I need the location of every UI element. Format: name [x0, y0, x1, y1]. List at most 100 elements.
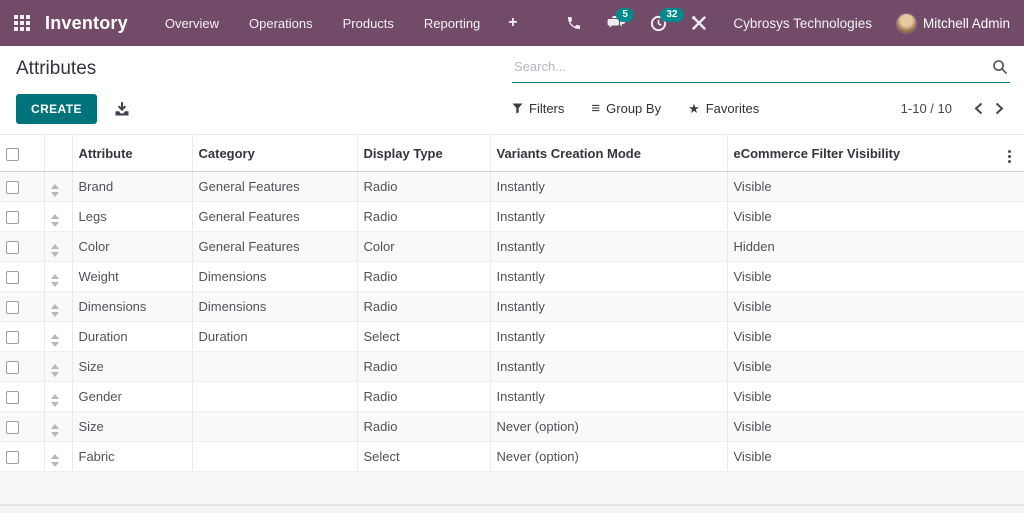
table-row[interactable]: Duration Duration Select Instantly Visib… — [0, 321, 1024, 352]
cell-category[interactable] — [192, 441, 358, 472]
cell-display-type[interactable]: Select — [357, 321, 491, 352]
cell-variants-creation-mode[interactable]: Instantly — [490, 201, 728, 232]
cell-category[interactable] — [192, 351, 358, 382]
cell-display-type[interactable]: Radio — [357, 351, 491, 382]
pager-previous-button[interactable] — [968, 100, 989, 117]
cell-category[interactable]: General Features — [192, 201, 358, 232]
cell-display-type[interactable]: Radio — [357, 411, 491, 442]
cell-attribute[interactable]: Size — [72, 351, 193, 382]
cell-display-type[interactable]: Select — [357, 441, 491, 472]
nav-item-reporting[interactable]: Reporting — [409, 0, 495, 46]
cell-category[interactable]: Dimensions — [192, 261, 358, 292]
cell-ecommerce-filter-visibility[interactable]: Visible — [727, 171, 1000, 202]
app-name[interactable]: Inventory — [45, 13, 128, 34]
cell-attribute[interactable]: Gender — [72, 381, 193, 412]
cell-display-type[interactable]: Radio — [357, 291, 491, 322]
cell-variants-creation-mode[interactable]: Never (option) — [490, 411, 728, 442]
cell-ecommerce-filter-visibility[interactable]: Visible — [727, 321, 1000, 352]
cell-variants-creation-mode[interactable]: Instantly — [490, 381, 728, 412]
row-checkbox[interactable] — [6, 331, 19, 345]
search-icon[interactable] — [992, 59, 1008, 80]
drag-handle-icon[interactable] — [50, 213, 59, 227]
export-button[interactable] — [114, 101, 130, 117]
optional-columns-icon[interactable] — [1006, 148, 1013, 165]
cell-variants-creation-mode[interactable]: Instantly — [490, 231, 728, 262]
row-checkbox[interactable] — [6, 271, 19, 285]
column-header-attribute[interactable]: Attribute — [72, 134, 193, 172]
drag-handle-icon[interactable] — [50, 183, 59, 197]
cell-display-type[interactable]: Color — [357, 231, 491, 262]
cell-category[interactable]: General Features — [192, 231, 358, 262]
cell-ecommerce-filter-visibility[interactable]: Visible — [727, 201, 1000, 232]
cell-attribute[interactable]: Brand — [72, 171, 193, 202]
nav-plus-button[interactable]: + — [495, 0, 530, 46]
cell-display-type[interactable]: Radio — [357, 261, 491, 292]
activities-button[interactable]: 32 — [650, 7, 684, 32]
cell-variants-creation-mode[interactable]: Instantly — [490, 321, 728, 352]
table-row[interactable]: Fabric Select Never (option) Visible — [0, 441, 1024, 472]
table-row[interactable]: Gender Radio Instantly Visible — [0, 381, 1024, 412]
cell-attribute[interactable]: Size — [72, 411, 193, 442]
drag-handle-icon[interactable] — [50, 423, 59, 437]
cell-attribute[interactable]: Dimensions — [72, 291, 193, 322]
favorites-button[interactable]: ★ Favorites — [688, 101, 759, 116]
group-by-button[interactable]: ≡ Group By — [591, 101, 661, 116]
drag-handle-icon[interactable] — [50, 273, 59, 287]
search-input[interactable] — [512, 59, 1010, 78]
row-checkbox[interactable] — [6, 451, 19, 465]
cell-ecommerce-filter-visibility[interactable]: Visible — [727, 381, 1000, 412]
cell-attribute[interactable]: Legs — [72, 201, 193, 232]
drag-handle-icon[interactable] — [50, 453, 59, 467]
cell-attribute[interactable]: Duration — [72, 321, 193, 352]
row-checkbox[interactable] — [6, 211, 19, 225]
cell-ecommerce-filter-visibility[interactable]: Visible — [727, 261, 1000, 292]
row-checkbox[interactable] — [6, 181, 19, 195]
row-checkbox[interactable] — [6, 361, 19, 375]
cell-ecommerce-filter-visibility[interactable]: Visible — [727, 291, 1000, 322]
cell-display-type[interactable]: Radio — [357, 201, 491, 232]
cell-category[interactable] — [192, 411, 358, 442]
cell-attribute[interactable]: Color — [72, 231, 193, 262]
table-row[interactable]: Size Radio Never (option) Visible — [0, 411, 1024, 442]
create-button[interactable]: CREATE — [16, 93, 97, 124]
column-header-category[interactable]: Category — [192, 134, 358, 172]
nav-item-overview[interactable]: Overview — [150, 0, 234, 46]
cell-variants-creation-mode[interactable]: Instantly — [490, 171, 728, 202]
voip-phone-button[interactable] — [566, 15, 582, 31]
nav-item-operations[interactable]: Operations — [234, 0, 328, 46]
cell-attribute[interactable]: Weight — [72, 261, 193, 292]
row-checkbox[interactable] — [6, 241, 19, 255]
drag-handle-icon[interactable] — [50, 333, 59, 347]
cell-variants-creation-mode[interactable]: Instantly — [490, 261, 728, 292]
cell-display-type[interactable]: Radio — [357, 381, 491, 412]
cell-ecommerce-filter-visibility[interactable]: Visible — [727, 441, 1000, 472]
row-checkbox[interactable] — [6, 301, 19, 315]
cell-category[interactable]: General Features — [192, 171, 358, 202]
select-all-checkbox[interactable] — [6, 147, 19, 161]
pager-next-button[interactable] — [989, 100, 1010, 117]
user-menu[interactable]: Mitchell Admin — [895, 12, 1010, 34]
debug-tools-button[interactable] — [691, 15, 707, 31]
cell-variants-creation-mode[interactable]: Instantly — [490, 351, 728, 382]
cell-display-type[interactable]: Radio — [357, 171, 491, 202]
nav-item-products[interactable]: Products — [328, 0, 409, 46]
column-header-variants-creation-mode[interactable]: Variants Creation Mode — [490, 134, 728, 172]
drag-handle-icon[interactable] — [50, 363, 59, 377]
column-header-display-type[interactable]: Display Type — [357, 134, 491, 172]
cell-attribute[interactable]: Fabric — [72, 441, 193, 472]
cell-category[interactable]: Dimensions — [192, 291, 358, 322]
column-header-ecommerce-filter-visibility[interactable]: eCommerce Filter Visibility — [727, 134, 1000, 172]
company-switcher[interactable]: Cybrosys Technologies — [733, 16, 872, 31]
cell-variants-creation-mode[interactable]: Never (option) — [490, 441, 728, 472]
cell-category[interactable]: Duration — [192, 321, 358, 352]
cell-ecommerce-filter-visibility[interactable]: Visible — [727, 351, 1000, 382]
cell-ecommerce-filter-visibility[interactable]: Hidden — [727, 231, 1000, 262]
filters-button[interactable]: Filters — [512, 101, 564, 116]
apps-menu-icon[interactable] — [14, 15, 30, 31]
table-row[interactable]: Brand General Features Radio Instantly V… — [0, 171, 1024, 202]
cell-ecommerce-filter-visibility[interactable]: Visible — [727, 411, 1000, 442]
messages-button[interactable]: 5 — [606, 8, 634, 31]
table-row[interactable]: Size Radio Instantly Visible — [0, 351, 1024, 382]
drag-handle-icon[interactable] — [50, 303, 59, 317]
row-checkbox[interactable] — [6, 391, 19, 405]
